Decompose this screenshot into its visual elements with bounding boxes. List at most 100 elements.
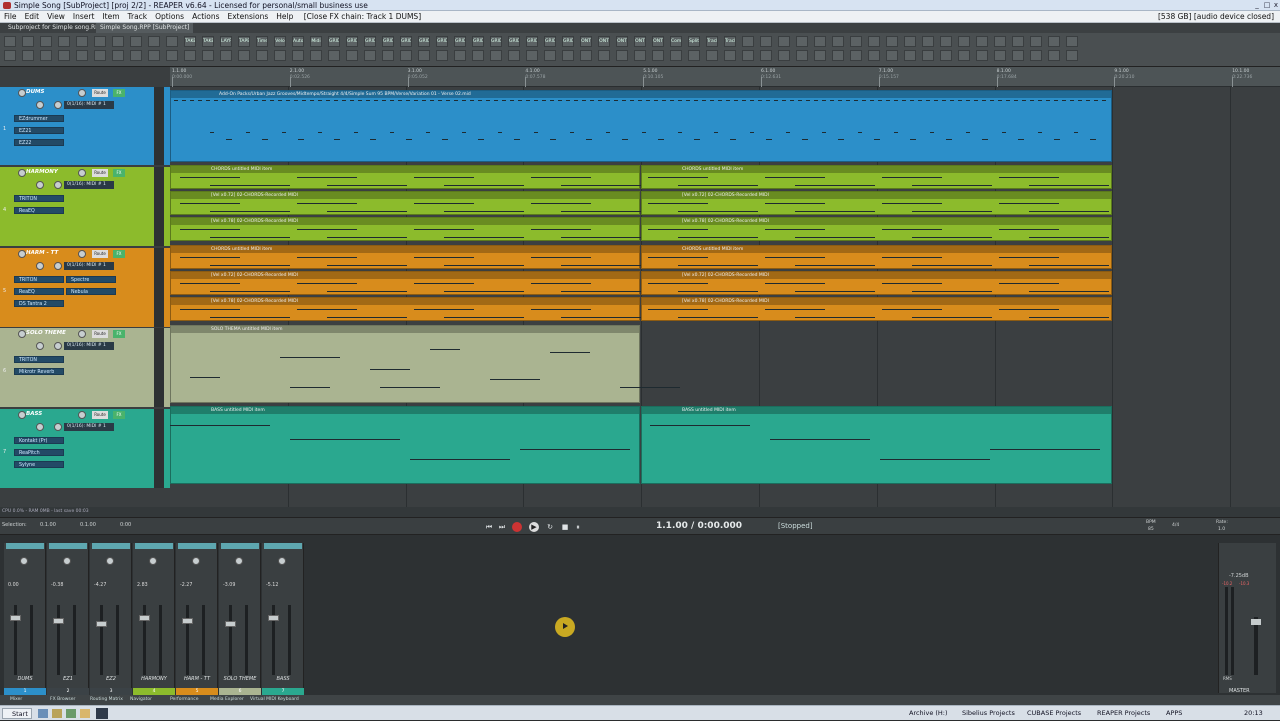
toolbar-button[interactable] xyxy=(1066,50,1078,61)
toolbar-button[interactable] xyxy=(562,50,574,61)
taskbar-reaper-projects[interactable]: REAPER Projects xyxy=(1097,706,1150,721)
toolbar-button[interactable] xyxy=(796,36,808,47)
go-to-end-icon[interactable]: ⏭ xyxy=(497,522,507,532)
toolbar-button[interactable]: GRID 192T xyxy=(562,36,574,47)
toolbar-button[interactable] xyxy=(922,36,934,47)
menu-insert[interactable]: Insert xyxy=(69,11,99,23)
fx-slot[interactable]: ReaPitch xyxy=(14,449,64,456)
toolbar-button[interactable] xyxy=(148,50,160,61)
fader-handle[interactable] xyxy=(139,615,150,621)
midi-input-selector[interactable]: 0(1/16): MIDI # 1 xyxy=(64,423,114,431)
toolbar-button[interactable] xyxy=(616,50,628,61)
fx-button[interactable]: FX xyxy=(113,250,125,258)
record-arm-button[interactable] xyxy=(18,411,26,419)
toolbar-button[interactable] xyxy=(166,36,178,47)
taskbar-sibelius[interactable]: Sibelius Projects xyxy=(962,706,1015,721)
toolbar-button[interactable] xyxy=(112,50,124,61)
toolbar-button[interactable]: ONT 8 xyxy=(598,36,610,47)
toolbar-button[interactable] xyxy=(580,50,592,61)
taskbar-archive[interactable]: Archive (H:) xyxy=(909,706,948,721)
toolbar-button[interactable] xyxy=(1048,36,1060,47)
toolbar-button[interactable] xyxy=(976,36,988,47)
toolbar-button[interactable]: GRID 6T xyxy=(472,36,484,47)
record-button[interactable] xyxy=(512,522,522,532)
mixer-track-name[interactable]: DUMS xyxy=(4,676,46,682)
toolbar-button[interactable]: GRID 2 xyxy=(346,36,358,47)
toolbar-button[interactable]: TAKE REC xyxy=(184,36,196,47)
route-button[interactable]: Route xyxy=(92,250,108,258)
track-panel-bass[interactable]: 7 BASS Route FX 0(1/16): MIDI # 1 Kontakt (Pr… xyxy=(0,409,170,488)
toolbar-button[interactable] xyxy=(652,50,664,61)
taskbar-cubase[interactable]: CUBASE Projects xyxy=(1027,706,1081,721)
fx-slot[interactable]: Kontakt (Pr) xyxy=(14,437,64,444)
track-name[interactable]: SOLO THEME xyxy=(26,330,66,336)
docker-tab[interactable]: Routing Matrix xyxy=(82,695,123,705)
close-button[interactable]: x xyxy=(1271,1,1280,10)
docker-tab[interactable]: Virtual MIDI Keyboard xyxy=(242,695,299,705)
mixer-track-name[interactable]: SOLO THEME xyxy=(219,676,261,682)
toolbar-button[interactable] xyxy=(274,50,286,61)
toolbar-button[interactable] xyxy=(544,50,556,61)
toolbar-button[interactable] xyxy=(940,50,952,61)
toolbar-button[interactable] xyxy=(868,50,880,61)
toolbar-button[interactable] xyxy=(382,50,394,61)
toolbar-button[interactable] xyxy=(832,50,844,61)
toolbar-button[interactable] xyxy=(4,36,16,47)
menu-edit[interactable]: Edit xyxy=(21,11,44,23)
toolbar-button[interactable] xyxy=(634,50,646,61)
taskbar-apps[interactable]: APPS xyxy=(1166,706,1182,721)
toolbar-button[interactable] xyxy=(778,50,790,61)
toolbar-button[interactable] xyxy=(454,50,466,61)
selection-end[interactable]: 0.1.00 xyxy=(80,522,96,528)
mixer-pan-knob[interactable] xyxy=(149,557,157,565)
volume-knob[interactable] xyxy=(78,89,86,97)
docker-tab[interactable]: FX Browser xyxy=(42,695,75,705)
toolbar-button[interactable] xyxy=(526,50,538,61)
mixer-pan-knob[interactable] xyxy=(192,557,200,565)
play-button[interactable]: ▶ xyxy=(529,522,539,532)
volume-knob[interactable] xyxy=(78,250,86,258)
toolbar-button[interactable]: ONT 64 xyxy=(652,36,664,47)
toolbar-button[interactable] xyxy=(760,50,772,61)
volume-knob[interactable] xyxy=(78,169,86,177)
toolbar-button[interactable] xyxy=(472,50,484,61)
docker-tab[interactable]: Performance xyxy=(162,695,199,705)
toolbar-button[interactable] xyxy=(832,36,844,47)
toolbar-button[interactable] xyxy=(814,36,826,47)
toolbar-button[interactable]: Auto xyxy=(292,36,304,47)
toolbar-button[interactable] xyxy=(76,50,88,61)
go-to-start-icon[interactable]: ⏮ xyxy=(484,522,494,532)
taskbar-app-icon[interactable] xyxy=(66,709,76,718)
toolbar-button[interactable] xyxy=(22,36,34,47)
selection-start[interactable]: 0.1.00 xyxy=(40,522,56,528)
master-fader[interactable] xyxy=(1251,619,1261,625)
toolbar-button[interactable] xyxy=(58,36,70,47)
midi-input-selector[interactable]: 0(1/16): MIDI # 1 xyxy=(64,262,114,270)
track-name[interactable]: HARM - TT xyxy=(26,250,58,256)
mixer-fx-button[interactable] xyxy=(221,543,259,549)
toolbar-button[interactable] xyxy=(1030,50,1042,61)
width-knob[interactable] xyxy=(54,181,62,189)
toolbar-button[interactable] xyxy=(112,36,124,47)
toolbar-button[interactable] xyxy=(868,36,880,47)
mixer-pan-knob[interactable] xyxy=(20,557,28,565)
taskbar-folder-icon[interactable] xyxy=(80,709,90,718)
fx-slot[interactable]: EZ21 xyxy=(14,127,64,134)
toolbar-button[interactable] xyxy=(1066,36,1078,47)
toolbar-button[interactable] xyxy=(400,50,412,61)
toolbar-button[interactable] xyxy=(238,50,250,61)
toolbar-button[interactable] xyxy=(994,36,1006,47)
toolbar-button[interactable] xyxy=(940,36,952,47)
fx-slot[interactable]: ReaEQ xyxy=(14,207,64,214)
fx-slot[interactable]: Sylyne xyxy=(14,461,64,468)
route-button[interactable]: Route xyxy=(92,169,108,177)
taskbar-folder-icon[interactable] xyxy=(52,709,62,718)
midi-item-bass-1[interactable]: BASS untitled MIDI item xyxy=(170,406,640,484)
width-knob[interactable] xyxy=(54,423,62,431)
mixer-track-name[interactable]: EZ2 xyxy=(90,676,132,682)
mixer-fx-button[interactable] xyxy=(92,543,130,549)
toolbar-button[interactable] xyxy=(904,50,916,61)
time-signature[interactable]: 4/4 xyxy=(1172,523,1179,528)
taskbar-app-icon[interactable] xyxy=(38,709,48,718)
toolbar-button[interactable] xyxy=(850,36,862,47)
